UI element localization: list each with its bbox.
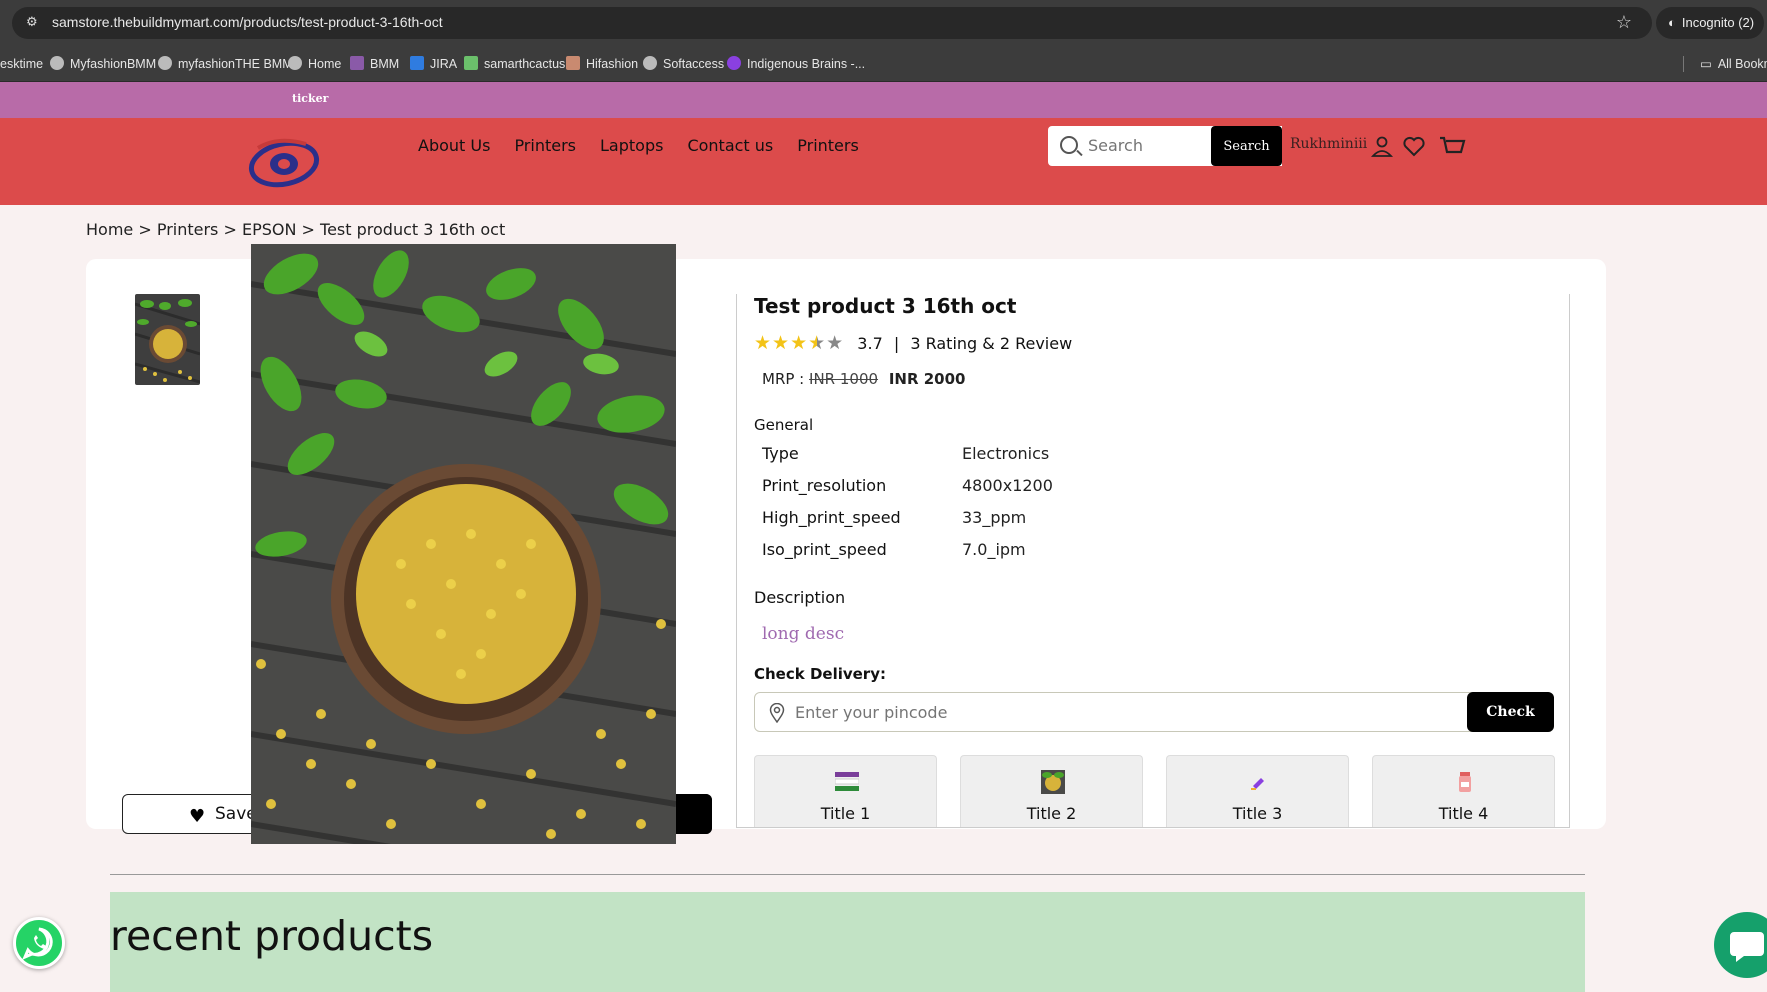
globe-icon	[288, 56, 302, 70]
chat-bubble-icon[interactable]	[1714, 912, 1767, 978]
add-to-cart-button[interactable]	[670, 794, 712, 834]
bookmarks-bar: esktime MyfashionBMM myfashionTHE BMM Ho…	[0, 46, 1767, 82]
incognito-indicator[interactable]: ◐ Incognito (2)	[1656, 7, 1764, 39]
price-row: MRP : INR 1000 INR 2000	[762, 370, 966, 388]
product-details-panel: Test product 3 16th oct ★★★★★ 3.7 | 3 Ra…	[736, 294, 1570, 828]
folder-icon: ▭	[1700, 57, 1712, 71]
user-icon[interactable]	[1370, 134, 1394, 158]
jira-icon	[410, 56, 424, 70]
section-divider	[110, 874, 1585, 875]
browser-toolbar: ⚙ samstore.thebuildmymart.com/products/t…	[0, 0, 1767, 46]
feature-tile[interactable]: Title 2	[960, 755, 1143, 827]
bookmark-item[interactable]: BMM	[350, 46, 399, 82]
ticker-bar: ticker	[0, 82, 1767, 118]
address-bar[interactable]: ⚙ samstore.thebuildmymart.com/products/t…	[12, 7, 1652, 39]
spec-key: Iso_print_speed	[762, 540, 887, 559]
bookmark-item[interactable]: Home	[288, 46, 341, 82]
rating-row: ★★★★★ 3.7 | 3 Rating & 2 Review	[754, 332, 1073, 354]
cart-icon[interactable]	[1438, 134, 1466, 158]
nav-contact-us[interactable]: Contact us	[687, 136, 773, 155]
spec-value: 33_ppm	[962, 508, 1027, 527]
site-info-icon[interactable]: ⚙	[26, 15, 42, 31]
nav-printers-2[interactable]: Printers	[797, 136, 859, 155]
feature-tile[interactable]: Title 1	[754, 755, 937, 827]
check-button[interactable]: Check	[1467, 692, 1554, 732]
tile-1-icon	[835, 772, 859, 791]
spec-key: Type	[762, 444, 799, 463]
bookmark-item[interactable]: JIRA	[410, 46, 457, 82]
check-delivery-label: Check Delivery:	[754, 665, 886, 683]
tile-2-icon	[1041, 770, 1065, 794]
indigenous-icon	[727, 56, 741, 70]
mrp-old-price: INR 1000	[809, 370, 879, 388]
bookmark-item[interactable]: myfashionTHE BMM	[158, 46, 293, 82]
tile-3-icon	[1251, 778, 1264, 790]
bookmark-item[interactable]: esktime	[0, 46, 43, 82]
feature-tile[interactable]: Title 4	[1372, 755, 1555, 827]
bookmark-item[interactable]: Indigenous Brains -...	[727, 46, 865, 82]
globe-icon	[158, 56, 172, 70]
cactus-icon	[464, 56, 478, 70]
site-header: About Us Printers Laptops Contact us Pri…	[0, 118, 1767, 205]
brand-logo-icon[interactable]	[248, 134, 320, 190]
description-heading: Description	[754, 588, 846, 607]
search-icon	[1060, 136, 1078, 154]
location-pin-icon	[769, 703, 785, 723]
rating-value: 3.7	[857, 334, 883, 353]
spec-value: 4800x1200	[962, 476, 1053, 495]
pincode-input[interactable]	[795, 703, 1395, 722]
breadcrumb[interactable]: Home > Printers > EPSON > Test product 3…	[86, 220, 505, 239]
heart-icon: ♥	[189, 806, 206, 827]
user-name[interactable]: Rukhminiii	[1290, 136, 1367, 152]
bookmark-item[interactable]: MyfashionBMM	[50, 46, 156, 82]
product-main-image[interactable]	[251, 244, 676, 844]
nav-laptops[interactable]: Laptops	[600, 136, 663, 155]
feature-tile[interactable]: Title 3	[1166, 755, 1349, 827]
bookmark-item[interactable]: Hifashion	[566, 46, 638, 82]
current-price: INR 2000	[888, 370, 966, 388]
product-title: Test product 3 16th oct	[754, 294, 1017, 318]
all-bookmarks[interactable]: ▭All Bookmarks	[1700, 46, 1767, 82]
general-heading: General	[754, 416, 814, 434]
search-button[interactable]: Search	[1211, 126, 1282, 166]
nav-about-us[interactable]: About Us	[418, 136, 490, 155]
recent-products-heading: recent products	[110, 912, 434, 960]
fashion-icon	[566, 56, 580, 70]
product-thumbnail[interactable]	[135, 294, 200, 385]
bookmark-separator	[1683, 56, 1684, 72]
spec-key: Print_resolution	[762, 476, 887, 495]
bmm-icon	[350, 56, 364, 70]
wishlist-heart-icon[interactable]	[1402, 134, 1426, 158]
globe-icon	[50, 56, 64, 70]
main-nav: About Us Printers Laptops Contact us Pri…	[418, 136, 859, 155]
nav-printers[interactable]: Printers	[514, 136, 576, 155]
incognito-icon: ◐	[1668, 15, 1676, 30]
url-text[interactable]: samstore.thebuildmymart.com/products/tes…	[52, 14, 443, 30]
globe-icon	[643, 56, 657, 70]
star-rating-icon: ★★★★★	[754, 332, 845, 354]
whatsapp-icon[interactable]	[13, 917, 65, 969]
spec-value: 7.0_ipm	[962, 540, 1026, 559]
ticker-text: ticker	[292, 92, 329, 105]
spec-value: Electronics	[962, 444, 1050, 463]
search-input[interactable]	[1088, 136, 1208, 155]
bookmark-item[interactable]: samarthcactus	[464, 46, 565, 82]
pincode-field	[754, 692, 1554, 732]
rating-text[interactable]: 3 Rating & 2 Review	[910, 334, 1072, 353]
spec-key: High_print_speed	[762, 508, 901, 527]
bookmark-star-icon[interactable]: ☆	[1616, 12, 1632, 33]
description-text: long desc	[762, 624, 845, 644]
recent-products-section: recent products	[110, 892, 1585, 992]
tile-4-icon	[1459, 772, 1471, 792]
bookmark-item[interactable]: Softaccess	[643, 46, 724, 82]
